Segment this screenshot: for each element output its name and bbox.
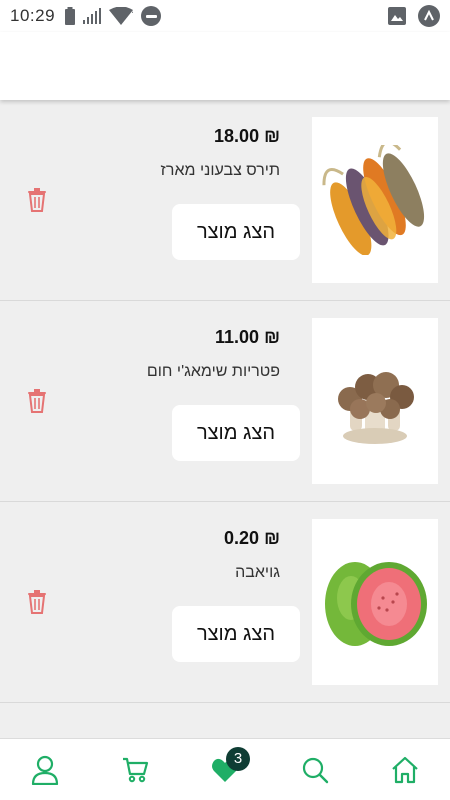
trash-icon[interactable]	[24, 589, 50, 615]
do-not-disturb-icon	[141, 6, 162, 26]
product-name: תירס צבעוני מארז	[160, 162, 280, 179]
show-product-button[interactable]: הצג מוצר	[172, 606, 300, 662]
signal-icon	[83, 8, 102, 24]
home-icon[interactable]	[380, 745, 430, 795]
search-icon[interactable]	[290, 745, 340, 795]
status-left-icons	[65, 6, 162, 26]
product-row: ₪ 18.00 תירס צבעוני מארז הצג מוצר	[0, 100, 450, 301]
image-icon	[388, 7, 406, 25]
status-time: 10:29	[10, 6, 56, 25]
trash-icon[interactable]	[24, 388, 50, 414]
status-right-icons	[388, 5, 440, 27]
favorites-icon[interactable]: 3	[200, 745, 250, 795]
colorful-corn-image[interactable]	[312, 117, 438, 283]
product-name: גויאבה	[235, 564, 280, 581]
show-product-button[interactable]: הצג מוצר	[172, 405, 300, 461]
favorites-list: ₪ 18.00 תירס צבעוני מארז הצג מוצר ₪ 11.0…	[0, 100, 450, 703]
product-name: פטריות שימאג'י חום	[146, 363, 280, 380]
battery-icon	[65, 7, 76, 25]
product-price: ₪ 18.00	[214, 126, 280, 146]
shimeji-mushrooms-image[interactable]	[312, 318, 438, 484]
status-bar: 10:29	[0, 0, 450, 32]
wifi-icon	[109, 7, 134, 25]
trash-icon[interactable]	[24, 187, 50, 213]
guava-image[interactable]	[312, 519, 438, 685]
cart-icon[interactable]	[110, 745, 160, 795]
bottom-nav: 3	[0, 738, 450, 800]
app-notification-icon	[418, 5, 440, 27]
product-price: ₪ 11.00	[215, 327, 280, 347]
product-row: ₪ 0.20 גויאבה הצג מוצר	[0, 502, 450, 703]
product-price: ₪ 0.20	[224, 528, 280, 548]
profile-icon[interactable]	[20, 745, 70, 795]
product-row: ₪ 11.00 פטריות שימאג'י חום הצג מוצר	[0, 301, 450, 502]
show-product-button[interactable]: הצג מוצר	[172, 204, 300, 260]
favorites-count-badge: 3	[226, 746, 250, 771]
app-header	[0, 32, 450, 100]
